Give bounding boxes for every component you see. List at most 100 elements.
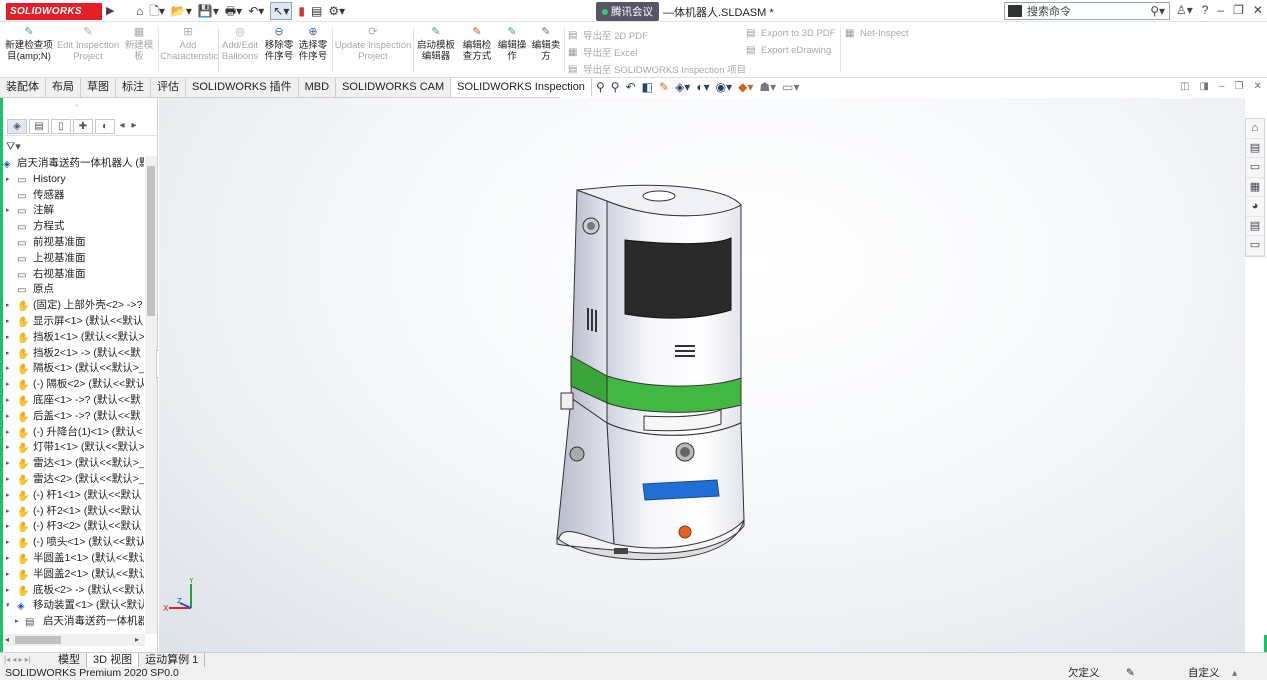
tab-3d-views[interactable]: 3D 视图 <box>87 653 140 667</box>
feature-manager-tab-icon[interactable]: ◈ <box>7 119 27 134</box>
remove-balloon-button[interactable]: ⊖ 移除零 件序号 <box>262 26 296 62</box>
tab-motion-study[interactable]: 运动算例 1 <box>139 653 206 667</box>
edit-inspection-method-button[interactable]: ✎ 编辑检 查方式 <box>460 26 494 62</box>
expand-arrow-icon[interactable]: ▸ <box>6 583 10 599</box>
edit-inspection-project-button[interactable]: ✎ Edit Inspection Project <box>56 26 120 62</box>
tab-sketch[interactable]: 草图 <box>81 78 116 97</box>
tree-item[interactable]: ▭ 前视基准面 <box>3 235 144 251</box>
robot-model[interactable] <box>159 98 1245 652</box>
save-icon[interactable]: 💾▾ <box>198 3 219 19</box>
net-inspect-button[interactable]: ▦ Net-Inspect <box>845 28 909 39</box>
tree-horizontal-scrollbar[interactable]: ◂ ▸ <box>3 634 145 646</box>
search-input[interactable]: 搜索命令 <box>1027 3 1071 19</box>
tree-item[interactable]: ◈ 启天消毒送药一体机器人 (默 <box>3 156 144 172</box>
configuration-manager-tab-icon[interactable]: ▯ <box>51 119 71 134</box>
solidworks-resources-icon[interactable]: ⌂ <box>1246 119 1264 139</box>
search-icon[interactable]: ⚲▾ <box>1150 4 1165 18</box>
tab-evaluate[interactable]: 评估 <box>151 78 186 97</box>
expand-arrow-icon[interactable]: ▸ <box>6 472 10 488</box>
tree-item[interactable]: ▸ ✋ 底板<2> -> (默认<<默认 <box>3 583 144 599</box>
panel-tab-left-icon[interactable]: ◂ <box>117 119 127 134</box>
tree-item[interactable]: ▸ ✋ 挡板1<1> (默认<<默认> <box>3 330 144 346</box>
tree-item[interactable]: ▸ ✋ 半圆盖2<1> (默认<<默认 <box>3 567 144 583</box>
hide-show-items-icon[interactable]: ◉▾ <box>716 80 733 94</box>
tree-item[interactable]: ▸ ✋ 挡板2<1> -> (默认<<默 <box>3 346 144 362</box>
forum-icon[interactable]: ▭ <box>1246 236 1264 256</box>
expand-arrow-icon[interactable]: ▾ <box>6 598 10 614</box>
tab-inspection[interactable]: SOLIDWORKS Inspection <box>451 78 592 97</box>
design-library-icon[interactable]: ▤ <box>1246 139 1264 158</box>
expand-arrow-icon[interactable]: ▸ <box>6 314 10 330</box>
custom-properties-icon[interactable]: ▤ <box>1246 217 1264 236</box>
display-manager-tab-icon[interactable]: ◐ <box>95 119 115 134</box>
graphics-area[interactable] <box>159 98 1245 652</box>
expand-arrow-icon[interactable]: ▸ <box>6 203 10 219</box>
expand-arrow-icon[interactable]: ▸ <box>6 551 10 567</box>
scroll-right-icon[interactable]: ▸ <box>135 635 139 644</box>
file-explorer-icon[interactable]: ▭ <box>1246 158 1264 178</box>
tree-item[interactable]: ▸ ✋ 雷达<2> (默认<<默认>_ <box>3 472 144 488</box>
tab-cam[interactable]: SOLIDWORKS CAM <box>336 78 452 97</box>
new-inspection-project-button[interactable]: ✎ 新建检查项 目(amp;N) <box>4 26 54 62</box>
zoom-to-fit-icon[interactable]: ⚲ <box>596 80 605 94</box>
tree-item[interactable]: ▸ ✋ 显示屏<1> (默认<<默认> <box>3 314 144 330</box>
select-balloon-button[interactable]: ⊕ 选择零 件序号 <box>296 26 330 62</box>
tree-item[interactable]: ▭ 传感器 <box>3 188 144 204</box>
expand-arrow-icon[interactable]: ▸ <box>6 330 10 346</box>
tree-item[interactable]: ▸ ▤ 启天消毒送药一体机器 <box>3 614 144 630</box>
previous-view-icon[interactable]: ↶ <box>626 80 636 94</box>
export-2d-pdf-button[interactable]: ▤ 导出至 2D PDF <box>568 28 648 43</box>
tree-item[interactable]: ▸ ✋ 隔板<1> (默认<<默认>_ <box>3 361 144 377</box>
units-dropdown-icon[interactable]: ▴ <box>1232 667 1237 680</box>
home-icon[interactable]: ⌂ <box>136 3 143 19</box>
rebuild-icon[interactable]: ▮ <box>298 3 305 19</box>
apply-scene-icon[interactable]: ☗▾ <box>759 80 776 94</box>
scrollbar-thumb[interactable] <box>147 166 155 316</box>
solidworks-logo[interactable]: SOLIDWORKS <box>6 3 102 20</box>
add-characteristic-button[interactable]: ⊞ Add Characteristic <box>160 26 218 62</box>
tree-item[interactable]: ▭ 方程式 <box>3 219 144 235</box>
tab-markup[interactable]: 标注 <box>116 78 151 97</box>
expand-arrow-icon[interactable]: ▸ <box>6 393 10 409</box>
section-view-icon[interactable]: ◧ <box>642 80 653 94</box>
undo-icon[interactable]: ↶▾ <box>248 3 264 19</box>
dimxpert-tab-icon[interactable]: ✚ <box>73 119 93 134</box>
tree-vertical-scrollbar[interactable] <box>145 156 157 634</box>
export-inspection-project-button[interactable]: ▤ 导出至 SOLIDWORKS Inspection 项目 <box>568 62 746 77</box>
tab-navigation-arrows[interactable]: |◂ ◂ ▸ ▸| <box>0 653 52 667</box>
expand-arrow-icon[interactable]: ▸ <box>6 361 10 377</box>
appearances-icon[interactable]: ◕ <box>1246 197 1264 217</box>
display-style-icon[interactable]: ◐▾ <box>696 80 709 94</box>
tree-item[interactable]: ▭ 上视基准面 <box>3 251 144 267</box>
expand-arrow-icon[interactable]: ▸ <box>6 409 10 425</box>
expand-arrow-icon[interactable]: ▸ <box>6 488 10 504</box>
tree-item[interactable]: ▸ ✋ 雷达<1> (默认<<默认>_ <box>3 456 144 472</box>
print-icon[interactable]: 🖶▾ <box>225 3 242 19</box>
scrollbar-thumb[interactable] <box>15 636 61 644</box>
expand-arrow-icon[interactable]: ▸ <box>6 377 10 393</box>
options-gear-icon[interactable]: ⚙▾ <box>328 3 345 19</box>
expand-arrow-icon[interactable]: ▸ <box>6 519 10 535</box>
new-template-button[interactable]: ▦ 新建模板 <box>122 26 156 62</box>
edit-operation-button[interactable]: ✎ 编辑操作 <box>495 26 529 62</box>
panel-tab-right-icon[interactable]: ▸ <box>129 119 139 134</box>
split-window-icon[interactable]: ◨ <box>1199 81 1208 92</box>
units-custom[interactable]: 自定义 <box>1188 667 1220 680</box>
doc-close-icon[interactable]: ✕ <box>1253 81 1261 92</box>
add-edit-balloons-button[interactable]: ◎ Add/Edit Balloons <box>220 26 260 62</box>
dynamic-annotation-icon[interactable]: ✎ <box>659 80 669 94</box>
tree-item[interactable]: ▸ ▭ History <box>3 172 144 188</box>
tree-item[interactable]: ▸ ✋ 后盖<1> ->? (默认<<默 <box>3 409 144 425</box>
view-settings-icon[interactable]: ▭▾ <box>782 80 799 94</box>
tree-item[interactable]: ▸ ✋ (-) 杆1<1> (默认<<默认 <box>3 488 144 504</box>
expand-arrow-icon[interactable]: ▸ <box>6 567 10 583</box>
tab-layout[interactable]: 布局 <box>46 78 81 97</box>
tree-item[interactable]: ▸ ✋ 灯带1<1> (默认<<默认> <box>3 440 144 456</box>
expand-arrow-icon[interactable]: ▸ <box>6 172 10 188</box>
expand-arrow-icon[interactable]: ▸ <box>6 440 10 456</box>
tree-item[interactable]: ▸ ✋ (固定) 上部外壳<2> ->? <box>3 298 144 314</box>
doc-minimize-icon[interactable]: – <box>1219 81 1225 92</box>
expand-arrow-icon[interactable]: ▸ <box>15 614 19 630</box>
zoom-to-area-icon[interactable]: ⚲ <box>611 80 620 94</box>
tree-item[interactable]: ▸ ✋ 半圆盖1<1> (默认<<默认 <box>3 551 144 567</box>
